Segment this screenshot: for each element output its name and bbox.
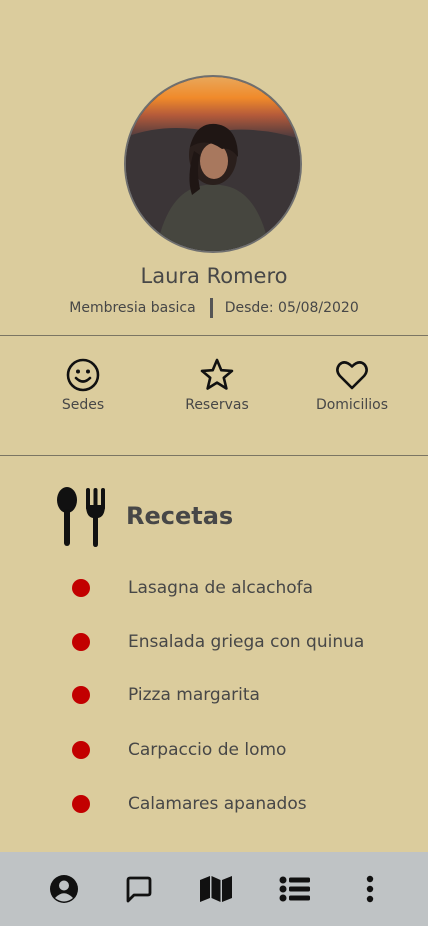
star-icon [200,358,234,390]
quick-actions: Sedes Reservas Domicilios [0,357,428,427]
nav-chat-button[interactable] [122,873,156,905]
nav-more-button[interactable] [353,873,387,905]
bullet-dot [72,741,90,759]
more-vertical-icon [366,875,374,903]
nav-map-button[interactable] [199,873,233,905]
list-icon [279,876,310,902]
nav-profile-button[interactable] [47,873,81,905]
recipe-label: Ensalada griega con quinua [128,632,365,652]
membership-label: Membresia basica [69,300,196,316]
nav-list-button[interactable] [278,873,312,905]
divider-top [0,335,428,336]
profile-meta: Membresia basica Desde: 05/08/2020 [0,296,428,320]
list-item[interactable]: Pizza margarita [72,684,260,706]
quick-action-sedes[interactable]: Sedes [23,357,143,413]
bottom-navigation [0,852,428,926]
quick-action-label: Domicilios [315,397,389,413]
list-item[interactable]: Lasagna de alcachofa [72,577,313,599]
list-item[interactable]: Ensalada griega con quinua [72,631,364,653]
recipe-label: Calamares apanados [128,794,307,814]
recipe-label: Carpaccio de lomo [128,740,287,760]
quick-action-label: Sedes [61,397,105,413]
quick-action-reservas[interactable]: Reservas [157,357,277,413]
member-since-label: Desde: 05/08/2020 [224,300,359,316]
recipes-header: Recetas [54,484,233,548]
utensils-icon [57,487,105,547]
recipes-title: Recetas [126,502,234,530]
quick-action-label: Reservas [185,397,249,413]
bullet-dot [72,686,90,704]
profile-name: Laura Romero [140,264,288,288]
heart-icon [336,361,368,390]
list-item[interactable]: Carpaccio de lomo [72,739,286,761]
bullet-dot [72,633,90,651]
bullet-dot [72,579,90,597]
recipe-label: Lasagna de alcachofa [128,578,314,598]
list-item[interactable]: Calamares apanados [72,793,307,815]
chat-icon [126,876,152,903]
bullet-dot [72,795,90,813]
recipe-label: Pizza margarita [128,685,260,705]
user-circle-icon [50,875,78,903]
divider-bottom [0,455,428,456]
quick-action-domicilios[interactable]: Domicilios [292,357,412,413]
meta-divider [209,298,213,318]
smile-icon [66,358,100,392]
avatar[interactable] [124,75,302,253]
map-icon [200,876,232,902]
